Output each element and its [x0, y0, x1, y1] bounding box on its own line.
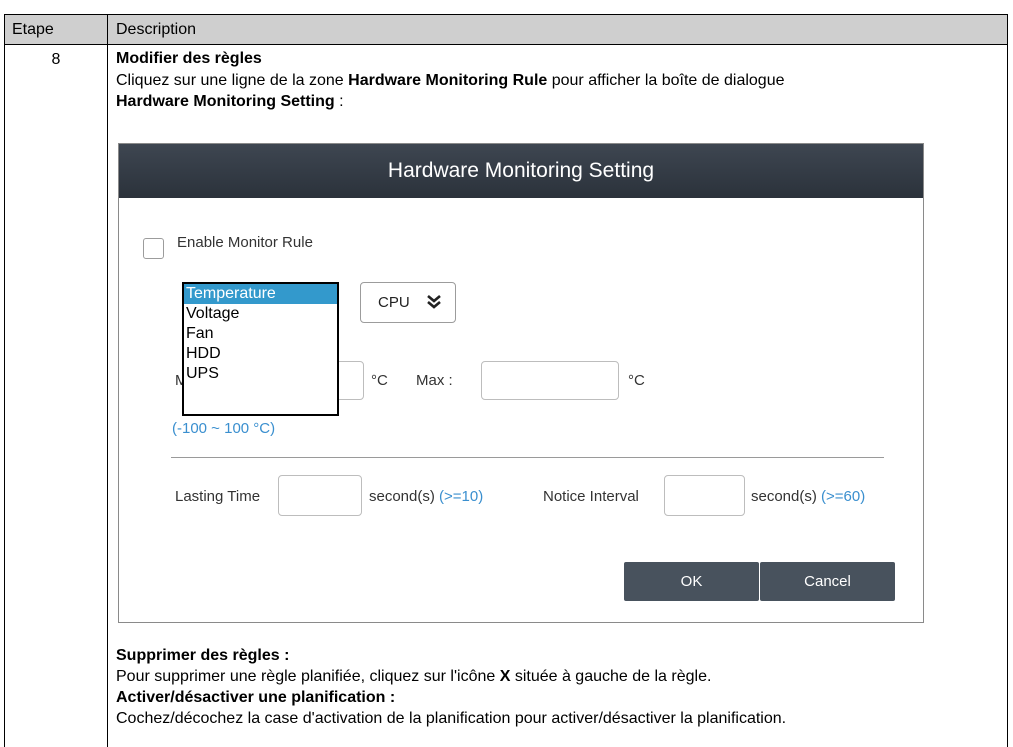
enable-monitor-label: Enable Monitor Rule	[177, 234, 313, 251]
component-select-value: CPU	[378, 294, 410, 311]
notice-unit-text: second(s)	[751, 488, 822, 505]
instruction-table: Etape Description 8 Modifier des règles …	[4, 14, 1008, 747]
enable-monitor-checkbox[interactable]	[143, 238, 164, 259]
delete-line: Pour supprimer une règle planifiée, cliq…	[116, 666, 711, 687]
option-voltage[interactable]: Voltage	[184, 304, 337, 324]
notice-interval-unit: second(s) (>=60)	[751, 488, 865, 505]
lasting-hint: (>=10)	[439, 488, 484, 505]
modify-line-2: Hardware Monitoring Setting :	[116, 91, 344, 112]
option-ups[interactable]: UPS	[184, 364, 337, 384]
header-description: Description	[116, 21, 197, 38]
option-hdd[interactable]: HDD	[184, 344, 337, 364]
lasting-time-label: Lasting Time	[175, 488, 261, 505]
toggle-text: Cochez/décochez la case d'activation de …	[116, 710, 787, 727]
table-header-row: Etape Description	[5, 15, 1007, 45]
modify-bold-1: Hardware Monitoring Rule	[348, 72, 548, 89]
min-unit: °C	[371, 372, 388, 389]
lasting-time-unit: second(s) (>=10)	[369, 488, 483, 505]
notice-interval-label: Notice Interval	[543, 488, 639, 505]
range-hint: (-100 ~ 100 °C)	[172, 420, 276, 437]
modify-text-1: Cliquez sur une ligne de la zone	[116, 72, 349, 89]
delete-title: Supprimer des règles :	[116, 647, 290, 664]
modify-line-1: Cliquez sur une ligne de la zone Hardwar…	[116, 70, 785, 91]
modify-text-3: :	[334, 93, 344, 110]
notice-hint: (>=60)	[821, 488, 866, 505]
max-input[interactable]	[481, 361, 619, 400]
column-divider	[107, 15, 108, 747]
divider	[171, 457, 884, 458]
lasting-unit-text: second(s)	[369, 488, 440, 505]
ok-button[interactable]: OK	[624, 562, 759, 601]
modify-text-2: pour afficher la boîte de dialogue	[547, 72, 785, 89]
toggle-title: Activer/désactiver une planification :	[116, 689, 396, 706]
modify-title: Modifier des règles	[116, 50, 262, 67]
delete-text-1: Pour supprimer une règle planifiée, cliq…	[116, 668, 500, 685]
option-fan[interactable]: Fan	[184, 324, 337, 344]
step-number: 8	[51, 51, 61, 68]
delete-bold: X	[499, 668, 511, 685]
double-chevron-down-icon	[427, 295, 441, 309]
delete-text-2: située à gauche de la règle.	[510, 668, 712, 685]
notice-interval-input[interactable]	[664, 475, 745, 516]
monitor-type-dropdown-list[interactable]: Temperature Voltage Fan HDD UPS	[182, 282, 339, 416]
modify-bold-2: Hardware Monitoring Setting	[116, 93, 335, 110]
max-unit: °C	[628, 372, 645, 389]
component-select[interactable]: CPU	[360, 282, 456, 323]
dialog-title: Hardware Monitoring Setting	[119, 144, 923, 198]
option-temperature[interactable]: Temperature	[184, 284, 337, 304]
lasting-time-input[interactable]	[278, 475, 362, 516]
max-label: Max :	[416, 372, 453, 389]
header-step: Etape	[12, 21, 54, 38]
cancel-button[interactable]: Cancel	[760, 562, 895, 601]
hardware-monitoring-dialog: Hardware Monitoring Setting Enable Monit…	[118, 143, 924, 623]
